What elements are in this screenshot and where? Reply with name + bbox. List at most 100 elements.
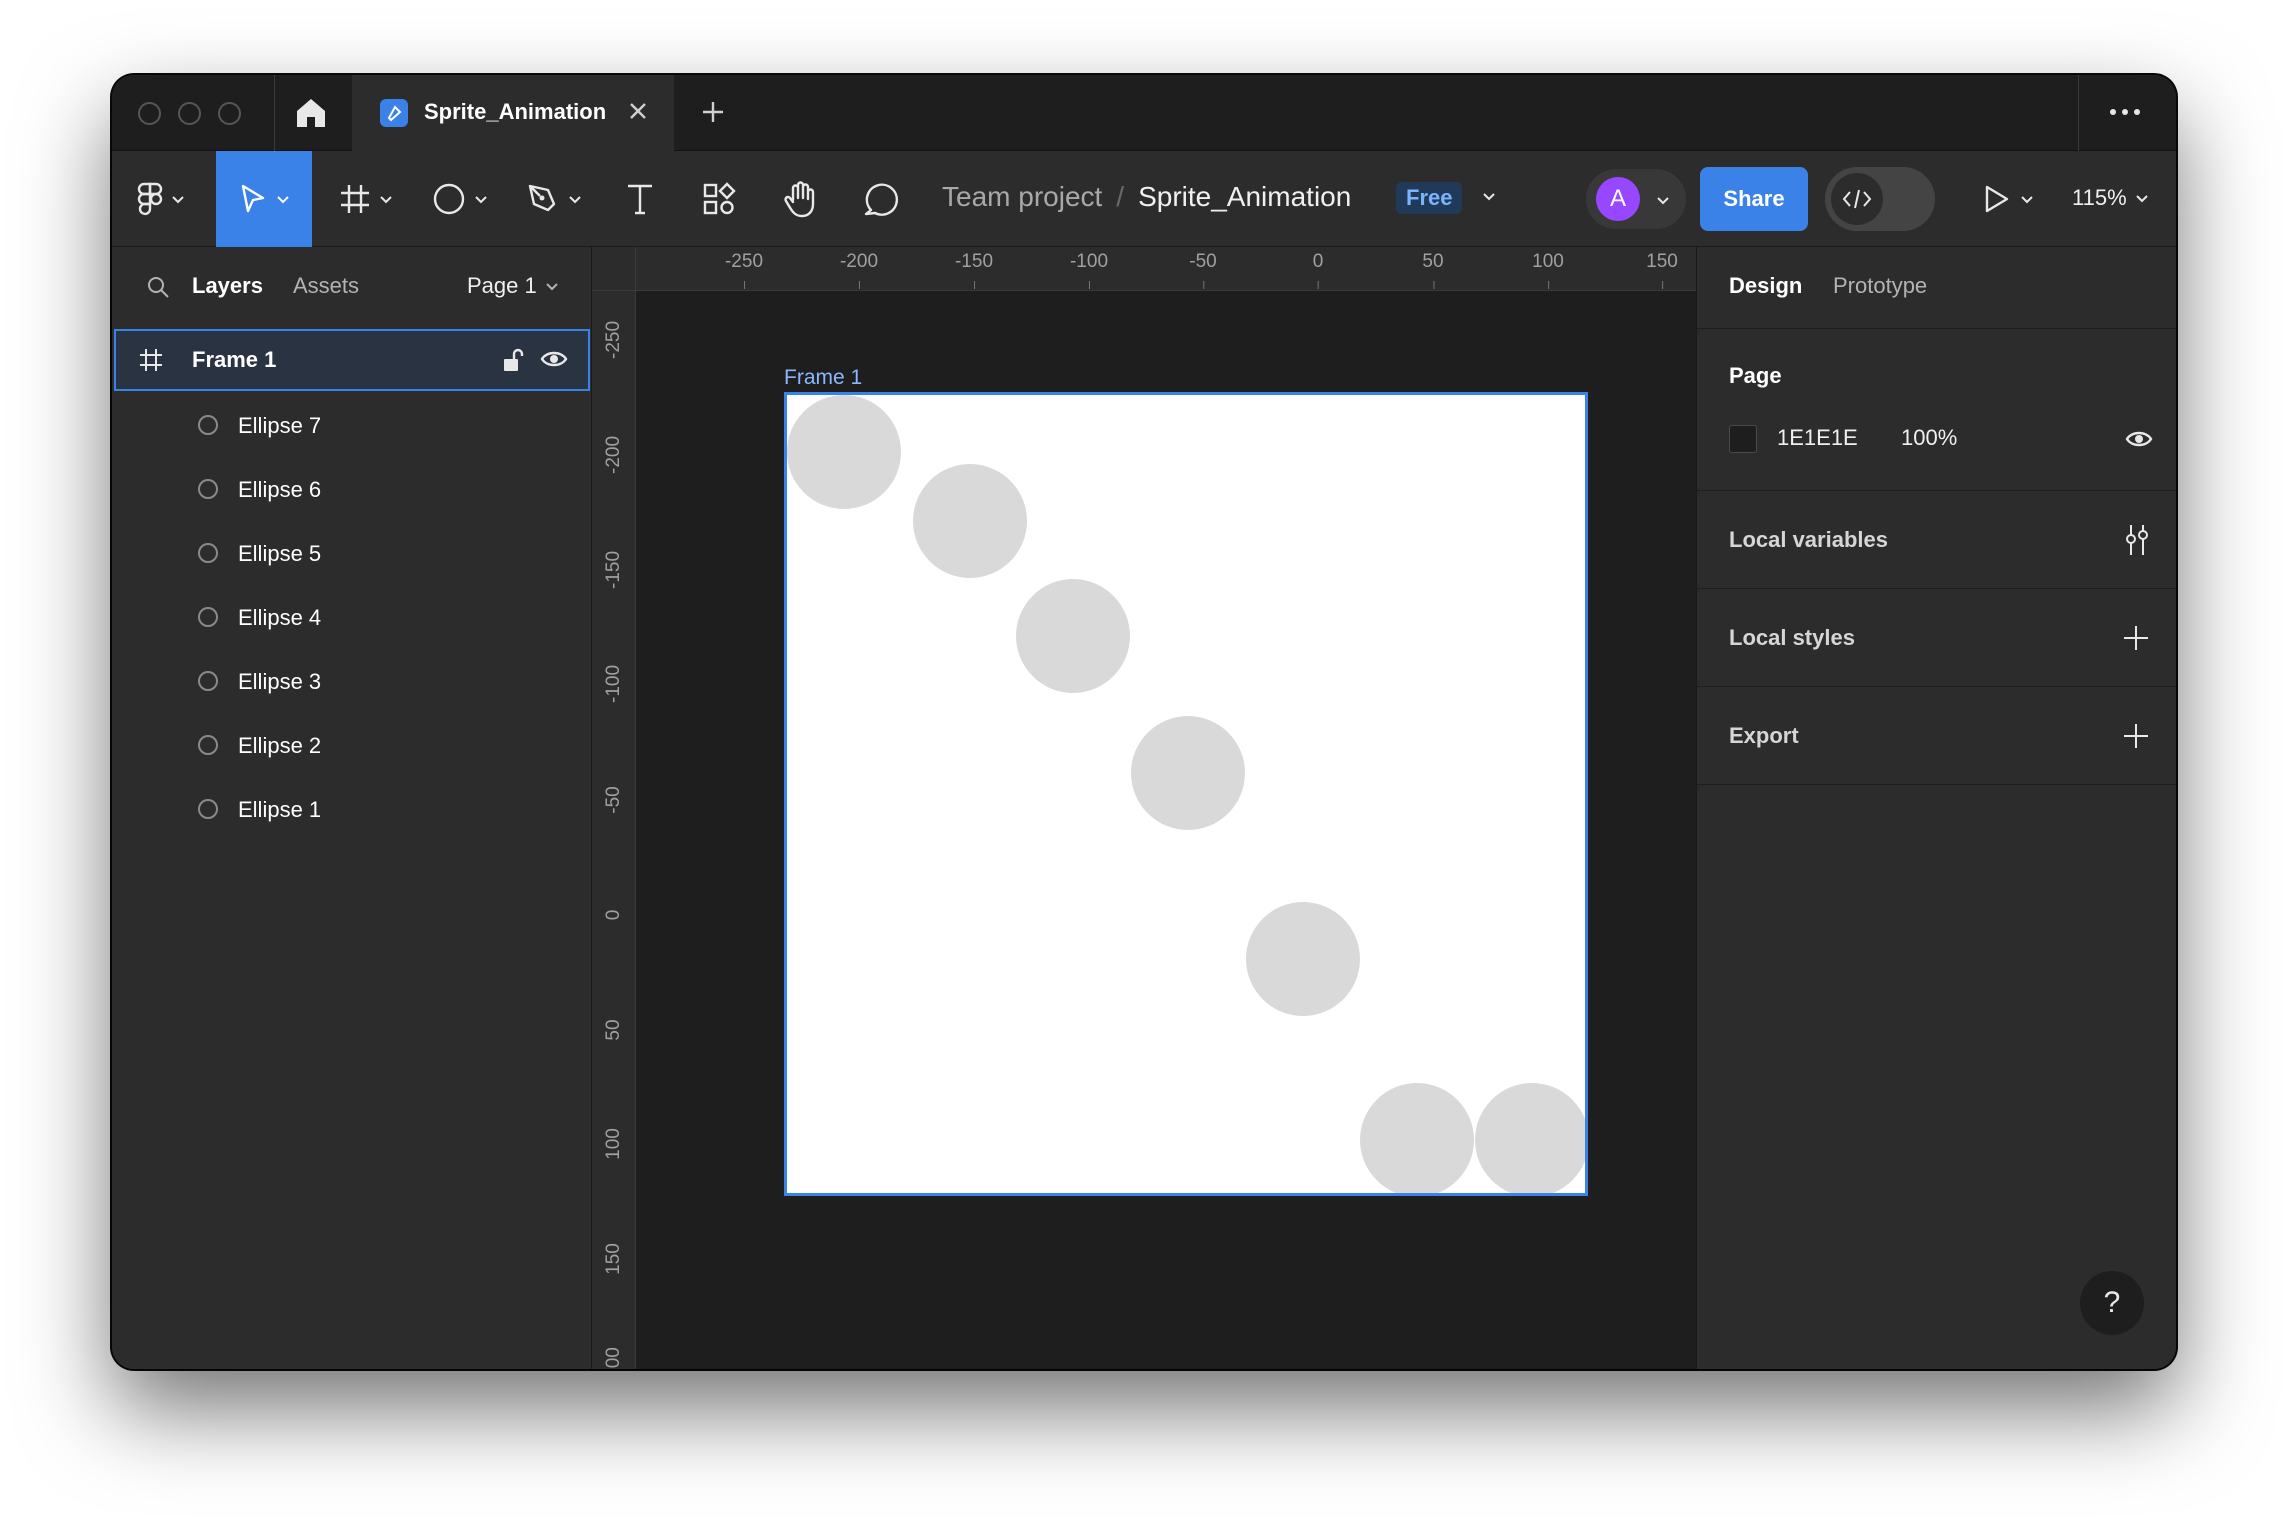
layer-ellipse[interactable]: Ellipse 7	[112, 393, 592, 457]
plus-icon[interactable]	[2121, 721, 2151, 751]
pen-tool-button[interactable]	[518, 151, 590, 247]
frame-icon	[341, 185, 369, 213]
chevron-down-icon	[1657, 197, 1669, 205]
title-bar: Sprite_Animation	[112, 75, 2176, 151]
ellipse-1-shape[interactable]	[1475, 1083, 1585, 1193]
unlock-icon[interactable]	[502, 347, 524, 373]
search-icon[interactable]	[146, 275, 170, 299]
tab-prototype[interactable]: Prototype	[1833, 273, 1927, 299]
section-title: Export	[1729, 723, 1799, 748]
layer-name: Frame 1	[192, 347, 277, 372]
file-tab[interactable]: Sprite_Animation	[352, 75, 674, 151]
variables-icon[interactable]	[2121, 523, 2153, 557]
ruler-tick: -150	[954, 251, 994, 289]
multiplayer-menu[interactable]: A	[1586, 169, 1686, 229]
page-opacity[interactable]: 100%	[1901, 425, 1957, 451]
ellipse-icon	[198, 543, 218, 563]
ruler-tick: -250	[603, 320, 624, 359]
tab-layers[interactable]: Layers	[192, 273, 263, 299]
section-title: Local variables	[1729, 527, 1888, 552]
help-button[interactable]: ?	[2080, 1271, 2144, 1335]
breadcrumb-project[interactable]: Team project	[942, 181, 1102, 213]
home-icon[interactable]	[294, 97, 328, 129]
export-section[interactable]: Export	[1697, 687, 2176, 785]
minimize-window-button[interactable]	[178, 102, 201, 125]
ruler-tick: 100	[1532, 251, 1564, 289]
page-color-swatch[interactable]	[1729, 425, 1757, 453]
titlebar-divider	[274, 75, 275, 151]
plus-icon[interactable]	[698, 97, 728, 127]
layer-name: Ellipse 3	[238, 669, 322, 694]
layer-ellipse[interactable]: Ellipse 6	[112, 457, 592, 521]
layer-ellipse[interactable]: Ellipse 2	[112, 713, 592, 777]
chevron-down-icon	[2135, 195, 2148, 203]
chevron-down-icon[interactable]	[1482, 189, 1496, 203]
hand-tool-button[interactable]	[768, 151, 834, 247]
window-controls	[138, 102, 241, 125]
plan-badge: Free	[1396, 182, 1463, 214]
close-window-button[interactable]	[138, 102, 161, 125]
ruler-tick: -200	[839, 251, 879, 289]
frame-tool-button[interactable]	[330, 151, 402, 247]
figma-menu-button[interactable]	[126, 151, 196, 247]
ruler-tick: -50	[603, 786, 624, 814]
ellipse-5-shape[interactable]	[1016, 579, 1130, 693]
close-icon[interactable]	[624, 97, 652, 125]
ellipse-icon	[198, 799, 218, 819]
ellipse-tool-button[interactable]	[424, 151, 496, 247]
zoom-level: 115%	[2072, 185, 2127, 210]
eye-icon[interactable]	[540, 349, 568, 369]
ellipse-icon	[198, 607, 218, 627]
share-button[interactable]: Share	[1700, 167, 1808, 231]
tab-assets[interactable]: Assets	[293, 273, 359, 299]
left-panel-tabs: Layers Assets Page 1	[112, 247, 592, 327]
breadcrumb-separator: /	[1116, 181, 1125, 212]
layer-ellipse[interactable]: Ellipse 5	[112, 521, 592, 585]
canvas[interactable]: Frame 1	[636, 291, 1696, 1369]
move-tool-button[interactable]	[216, 151, 312, 247]
toolbar: Team project / Sprite_Animation Free A S…	[112, 151, 2176, 247]
eye-icon[interactable]	[2125, 429, 2153, 449]
frame-1[interactable]	[784, 392, 1588, 1196]
chevron-down-icon	[277, 196, 289, 204]
layer-ellipse[interactable]: Ellipse 3	[112, 649, 592, 713]
ellipse-7-shape[interactable]	[787, 395, 901, 509]
page-color-hex[interactable]: 1E1E1E	[1777, 425, 1858, 451]
ellipse-6-shape[interactable]	[913, 464, 1027, 578]
ruler-tick: -200	[603, 435, 624, 474]
ruler-tick: 200	[603, 1347, 624, 1369]
breadcrumb-file-name[interactable]: Sprite_Animation	[1138, 181, 1351, 213]
app-window: Sprite_Animation Team project / Sprite_A…	[112, 75, 2176, 1369]
file-icon	[380, 99, 408, 127]
play-icon	[1985, 185, 2009, 213]
local-styles-section[interactable]: Local styles	[1697, 589, 2176, 687]
ruler-tick: 150	[603, 1243, 624, 1275]
comment-tool-button[interactable]	[848, 151, 914, 247]
ellipse-4-shape[interactable]	[1131, 716, 1245, 830]
frame-label[interactable]: Frame 1	[784, 366, 862, 390]
more-icon[interactable]	[2110, 109, 2140, 115]
present-button[interactable]	[1982, 177, 2034, 221]
ruler-tick: 0	[1312, 251, 1324, 289]
dev-mode-toggle[interactable]	[1825, 167, 1935, 231]
ruler-tick: -250	[724, 251, 764, 289]
ellipse-2-shape[interactable]	[1360, 1083, 1474, 1193]
breadcrumb: Team project / Sprite_Animation	[942, 181, 1351, 213]
tab-design[interactable]: Design	[1729, 273, 1802, 299]
layer-frame-1[interactable]: Frame 1	[114, 329, 590, 391]
right-panel-tabs: Design Prototype	[1697, 247, 2176, 329]
resources-tool-button[interactable]	[686, 151, 752, 247]
layer-name: Ellipse 7	[238, 413, 322, 438]
page-selector[interactable]: Page 1	[467, 273, 559, 299]
local-variables-section[interactable]: Local variables	[1697, 491, 2176, 589]
section-title: Local styles	[1729, 625, 1855, 650]
layer-ellipse[interactable]: Ellipse 1	[112, 777, 592, 841]
layers-panel: Layers Assets Page 1 Frame 1 Ellipse 7 E…	[112, 247, 592, 1369]
zoom-menu[interactable]: 115%	[2072, 185, 2149, 211]
layer-ellipse[interactable]: Ellipse 4	[112, 585, 592, 649]
chevron-down-icon	[2021, 196, 2033, 204]
text-tool-button[interactable]	[610, 151, 670, 247]
maximize-window-button[interactable]	[218, 102, 241, 125]
plus-icon[interactable]	[2121, 623, 2151, 653]
ellipse-3-shape[interactable]	[1246, 902, 1360, 1016]
